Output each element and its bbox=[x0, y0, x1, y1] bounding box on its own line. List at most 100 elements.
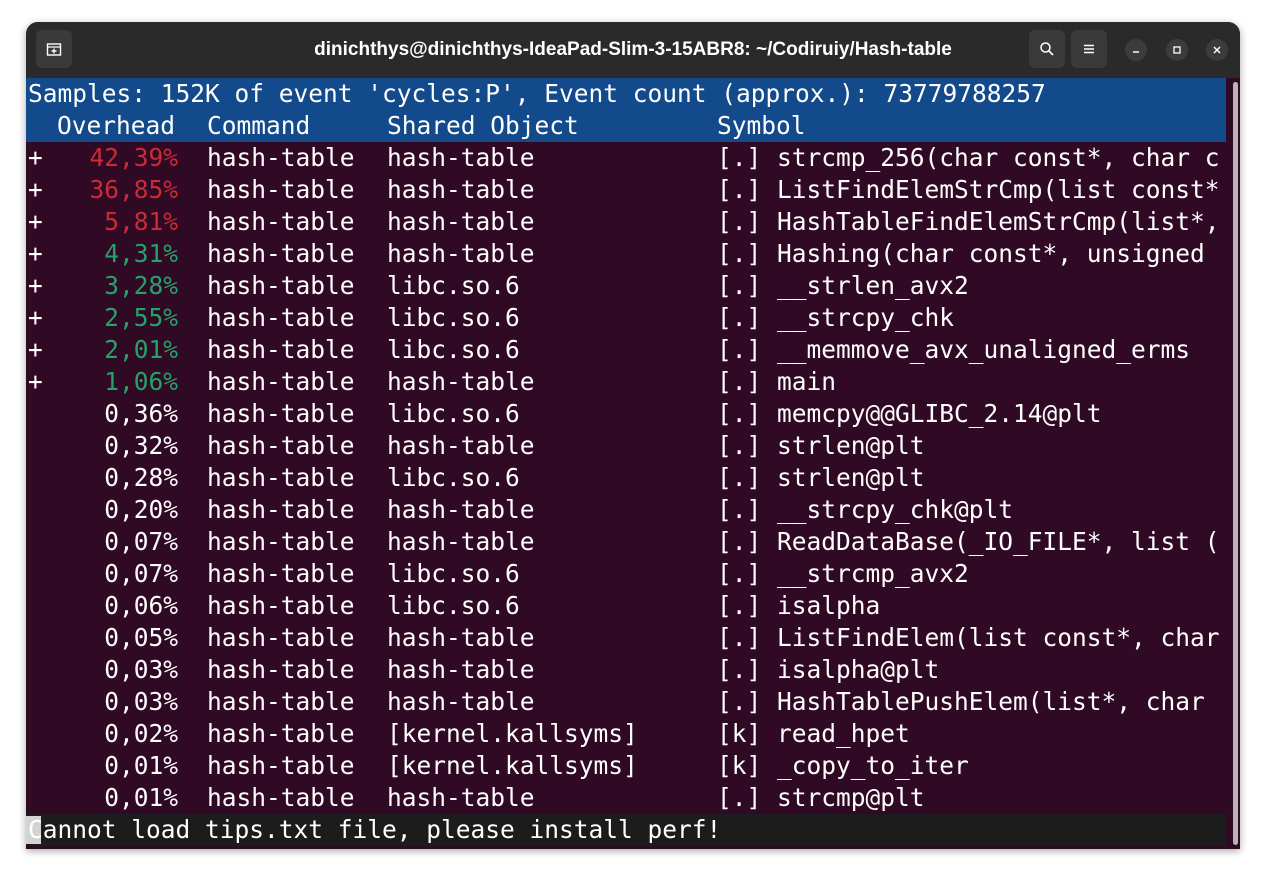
symbol-cell: _copy_to_iter bbox=[777, 751, 969, 780]
command-cell: hash-table bbox=[207, 143, 355, 172]
command-cell: hash-table bbox=[207, 623, 355, 652]
perf-summary-line: Samples: 152K of event 'cycles:P', Event… bbox=[26, 78, 1226, 110]
symbol-type-cell: [.] bbox=[717, 207, 762, 236]
command-cell: hash-table bbox=[207, 271, 355, 300]
command-cell: hash-table bbox=[207, 463, 355, 492]
table-row[interactable]: +4,31% hash-table hash-table [.] Hashing(cha… bbox=[26, 238, 1226, 270]
close-icon bbox=[1213, 46, 1221, 54]
symbol-cell: HashTableFindElemStrCmp(list*, bbox=[777, 207, 1220, 236]
table-row[interactable]: 0,20% hash-table hash-table [.] __strcpy_chk… bbox=[26, 494, 1226, 526]
symbol-cell: HashTablePushElem(list*, char bbox=[777, 687, 1205, 716]
symbol-cell: strcmp@plt bbox=[777, 783, 925, 812]
terminal-output[interactable]: Samples: 152K of event 'cycles:P', Event… bbox=[26, 78, 1226, 846]
overhead-cell: 42,39% bbox=[89, 143, 178, 172]
new-tab-button[interactable] bbox=[36, 30, 72, 68]
table-row[interactable]: 0,02% hash-table [kernel.kallsyms] [k] read_… bbox=[26, 718, 1226, 750]
command-cell: hash-table bbox=[207, 207, 355, 236]
shared-object-cell: hash-table bbox=[387, 207, 535, 236]
symbol-cell: strlen@plt bbox=[777, 431, 925, 460]
status-line: Cannot load tips.txt file, please instal… bbox=[26, 814, 1226, 846]
table-row[interactable]: 0,07% hash-table libc.so.6 [.] __strcmp_avx2 bbox=[26, 558, 1226, 590]
perf-report-table: +42,39% hash-table hash-table [.] strcmp_256… bbox=[26, 142, 1226, 814]
table-row[interactable]: +36,85% hash-table hash-table [.] ListFindEl… bbox=[26, 174, 1226, 206]
table-row[interactable]: 0,28% hash-table libc.so.6 [.] strlen@plt bbox=[26, 462, 1226, 494]
table-row[interactable]: +1,06% hash-table hash-table [.] main bbox=[26, 366, 1226, 398]
symbol-cell: read_hpet bbox=[777, 719, 910, 748]
shared-object-cell: hash-table bbox=[387, 783, 535, 812]
symbol-cell: isalpha bbox=[777, 591, 881, 620]
overhead-cell: 0,28% bbox=[104, 463, 178, 492]
table-row[interactable]: 0,03% hash-table hash-table [.] isalpha@plt bbox=[26, 654, 1226, 686]
window-title: dinichthys@dinichthys-IdeaPad-Slim-3-15A… bbox=[314, 39, 952, 60]
overhead-cell: 0,03% bbox=[104, 655, 178, 684]
overhead-cell: 2,55% bbox=[104, 303, 178, 332]
overhead-cell: 4,31% bbox=[104, 239, 178, 268]
symbol-cell: main bbox=[777, 367, 837, 396]
overhead-cell: 0,06% bbox=[104, 591, 178, 620]
symbol-type-cell: [.] bbox=[717, 463, 762, 492]
overhead-cell: 0,32% bbox=[104, 431, 178, 460]
overhead-cell: 36,85% bbox=[89, 175, 178, 204]
symbol-type-cell: [.] bbox=[717, 335, 762, 364]
command-cell: hash-table bbox=[207, 655, 355, 684]
table-row[interactable]: 0,01% hash-table [kernel.kallsyms] [k] _copy… bbox=[26, 750, 1226, 782]
command-cell: hash-table bbox=[207, 559, 355, 588]
symbol-cell: ListFindElem(list const*, char bbox=[777, 623, 1220, 652]
symbol-cell: memcpy@@GLIBC_2.14@plt bbox=[777, 399, 1102, 428]
table-row[interactable]: +5,81% hash-table hash-table [.] HashTableFi… bbox=[26, 206, 1226, 238]
symbol-cell: ReadDataBase(_IO_FILE*, list ( bbox=[777, 527, 1220, 556]
table-row[interactable]: +42,39% hash-table hash-table [.] strcmp_256… bbox=[26, 142, 1226, 174]
symbol-type-cell: [k] bbox=[717, 719, 762, 748]
shared-object-cell: [kernel.kallsyms] bbox=[387, 719, 638, 748]
table-row[interactable]: 0,01% hash-table hash-table [.] strcmp@plt bbox=[26, 782, 1226, 814]
shared-object-cell: hash-table bbox=[387, 655, 535, 684]
table-row[interactable]: 0,05% hash-table hash-table [.] ListFindElem… bbox=[26, 622, 1226, 654]
shared-object-cell: [kernel.kallsyms] bbox=[387, 751, 638, 780]
symbol-type-cell: [.] bbox=[717, 527, 762, 556]
table-row[interactable]: 0,32% hash-table hash-table [.] strlen@plt bbox=[26, 430, 1226, 462]
search-button[interactable] bbox=[1029, 30, 1065, 68]
symbol-cell: Hashing(char const*, unsigned bbox=[777, 239, 1205, 268]
shared-object-cell: hash-table bbox=[387, 143, 535, 172]
maximize-button[interactable] bbox=[1166, 39, 1188, 61]
minimize-icon bbox=[1133, 51, 1139, 53]
column-header-row: Overhead Command Shared Object Symbol bbox=[26, 110, 1226, 142]
overhead-cell: 0,01% bbox=[104, 783, 178, 812]
header-overhead: Overhead bbox=[57, 111, 176, 140]
shared-object-cell: libc.so.6 bbox=[387, 591, 520, 620]
overhead-cell: 0,20% bbox=[104, 495, 178, 524]
shared-object-cell: hash-table bbox=[387, 687, 535, 716]
table-row[interactable]: 0,07% hash-table hash-table [.] ReadDataBase… bbox=[26, 526, 1226, 558]
overhead-cell: 5,81% bbox=[104, 207, 178, 236]
table-row[interactable]: +2,01% hash-table libc.so.6 [.] __memmove_av… bbox=[26, 334, 1226, 366]
perf-summary: Samples: 152K of event 'cycles:P', Event… bbox=[28, 79, 1046, 108]
symbol-type-cell: [.] bbox=[717, 175, 762, 204]
command-cell: hash-table bbox=[207, 495, 355, 524]
table-row[interactable]: +3,28% hash-table libc.so.6 [.] __strlen_avx… bbox=[26, 270, 1226, 302]
shared-object-cell: libc.so.6 bbox=[387, 271, 520, 300]
symbol-type-cell: [k] bbox=[717, 751, 762, 780]
symbol-type-cell: [.] bbox=[717, 239, 762, 268]
command-cell: hash-table bbox=[207, 751, 355, 780]
command-cell: hash-table bbox=[207, 719, 355, 748]
minimize-button[interactable] bbox=[1125, 39, 1147, 61]
table-row[interactable]: 0,36% hash-table libc.so.6 [.] memcpy@@GLIBC… bbox=[26, 398, 1226, 430]
shared-object-cell: libc.so.6 bbox=[387, 559, 520, 588]
symbol-type-cell: [.] bbox=[717, 655, 762, 684]
overhead-cell: 0,36% bbox=[104, 399, 178, 428]
symbol-type-cell: [.] bbox=[717, 431, 762, 460]
table-row[interactable]: +2,55% hash-table libc.so.6 [.] __strcpy_chk bbox=[26, 302, 1226, 334]
shared-object-cell: hash-table bbox=[387, 367, 535, 396]
header-shared-object: Shared Object bbox=[387, 111, 579, 140]
symbol-type-cell: [.] bbox=[717, 591, 762, 620]
command-cell: hash-table bbox=[207, 239, 355, 268]
menu-button[interactable] bbox=[1071, 30, 1107, 68]
symbol-type-cell: [.] bbox=[717, 783, 762, 812]
close-button[interactable] bbox=[1206, 39, 1228, 61]
overhead-cell: 0,01% bbox=[104, 751, 178, 780]
table-row[interactable]: 0,06% hash-table libc.so.6 [.] isalpha bbox=[26, 590, 1226, 622]
table-row[interactable]: 0,03% hash-table hash-table [.] HashTablePus… bbox=[26, 686, 1226, 718]
shared-object-cell: libc.so.6 bbox=[387, 399, 520, 428]
scrollbar[interactable] bbox=[1233, 82, 1238, 845]
search-icon bbox=[1040, 42, 1054, 56]
